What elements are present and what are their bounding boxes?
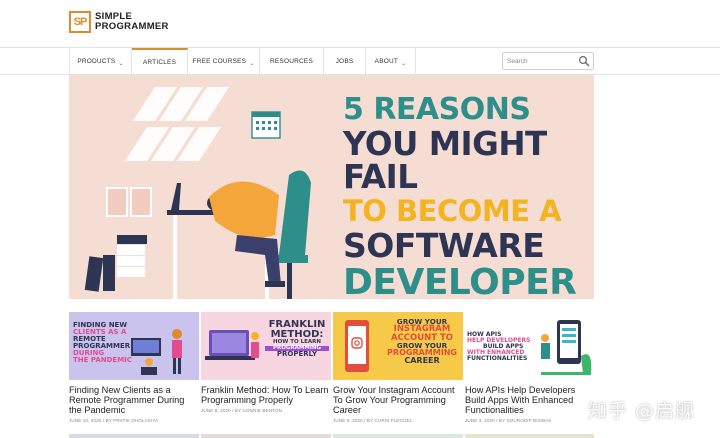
thumbnail-title: FINDING NEW CLIENTS AS A REMOTE PROGRAMM… [73, 321, 132, 364]
nav-menu: PRODUCTS ⌄ ARTICLES FREE COURSES ⌄ RESOU… [69, 48, 416, 75]
nav-item-jobs[interactable]: JOBS [324, 48, 366, 75]
article-card: FRANKLIN METHOD: HOW TO LEARN PROGRAMMIN… [201, 312, 331, 413]
article-card: GROW YOUR INSTAGRAM ACCOUNT TO GROW YOUR… [333, 312, 463, 423]
hero-illustration [84, 87, 311, 299]
article-card: FINDING NEW CLIENTS AS A REMOTE PROGRAMM… [69, 312, 199, 423]
article-card: HOW APIS HELP DEVELOPERS BUILD APPS WITH… [465, 312, 595, 423]
hero-title-line: 5 REASONS [343, 92, 531, 127]
main-nav: PRODUCTS ⌄ ARTICLES FREE COURSES ⌄ RESOU… [0, 47, 720, 75]
article-meta: JUNE 10, 2020 / BY PRATIK DHOLAKIYA [69, 418, 159, 423]
chevron-down-icon: ⌄ [118, 61, 124, 67]
nav-item-label: JOBS [335, 58, 354, 65]
thumbnail-title: FRANKLIN METHOD: HOW TO LEARN PROGRAMMIN… [265, 320, 329, 358]
article-title-link[interactable]: Franklin Method: How To Learn Programmin… [201, 385, 331, 405]
logo-line-2: PROGRAMMER [95, 21, 169, 32]
article-meta: JUNE 5, 2020 / BY CHRIS FLEGUEL [333, 418, 413, 423]
nav-item-label: ABOUT [374, 58, 399, 65]
logo-mark: SP [69, 11, 91, 33]
hero-title-line: SOFTWARE [343, 226, 545, 265]
hero-title-line: DEVELOPER [343, 262, 577, 300]
hero-title-line: TO BECOME A [343, 194, 562, 228]
logo-wordmark: SIMPLE PROGRAMMER [95, 12, 169, 32]
thumbnail-illustration [541, 320, 592, 375]
thumbnail-illustration [205, 330, 259, 360]
chevron-down-icon: ⌄ [401, 61, 407, 67]
nav-item-label: RESOURCES [270, 58, 313, 65]
nav-item-articles[interactable]: ARTICLES [132, 48, 188, 75]
nav-item-resources[interactable]: RESOURCES [260, 48, 324, 75]
nav-item-label: ARTICLES [142, 59, 177, 66]
nav-item-about[interactable]: ABOUT ⌄ [366, 48, 416, 75]
article-meta: JUNE 3, 2020 / BY SOURODIP BISWAS [465, 418, 552, 423]
nav-item-products[interactable]: PRODUCTS ⌄ [70, 48, 132, 75]
featured-article-hero[interactable]: 5 REASONS YOU MIGHT FAIL TO BECOME A SOF… [69, 75, 594, 299]
thumbnail-title: HOW APIS HELP DEVELOPERS BUILD APPS WITH… [467, 331, 531, 362]
phone-icon [345, 320, 369, 372]
thumbnail-title: GROW YOUR INSTAGRAM ACCOUNT TO GROW YOUR… [387, 317, 457, 366]
thumbnail-illustration [131, 329, 182, 375]
next-row-thumbnails [69, 434, 594, 438]
article-meta: JUNE 8, 2020 / BY CONNIE BENTON [201, 408, 283, 413]
article-title-link[interactable]: How APIs Help Developers Build Apps With… [465, 385, 595, 415]
search-box [502, 52, 594, 70]
search-icon[interactable] [578, 55, 590, 67]
search-input[interactable] [507, 55, 577, 68]
hero-title-line: YOU MIGHT FAIL [343, 125, 547, 196]
article-thumbnail[interactable]: FRANKLIN METHOD: HOW TO LEARN PROGRAMMIN… [201, 312, 331, 380]
article-thumbnail[interactable]: HOW APIS HELP DEVELOPERS BUILD APPS WITH… [465, 312, 595, 380]
site-header: SP SIMPLE PROGRAMMER [0, 0, 720, 47]
article-thumbnail[interactable]: GROW YOUR INSTAGRAM ACCOUNT TO GROW YOUR… [333, 312, 463, 380]
site-logo[interactable]: SP SIMPLE PROGRAMMER [69, 11, 169, 33]
nav-item-label: PRODUCTS [77, 58, 116, 65]
chevron-down-icon: ⌄ [249, 61, 255, 67]
nav-item-free-courses[interactable]: FREE COURSES ⌄ [188, 48, 260, 75]
article-thumbnail[interactable]: FINDING NEW CLIENTS AS A REMOTE PROGRAMM… [69, 312, 199, 380]
watermark: 知乎 @启舰 [588, 400, 696, 422]
article-title-link[interactable]: Grow Your Instagram Account To Grow Your… [333, 385, 463, 415]
nav-item-label: FREE COURSES [192, 58, 247, 65]
hero-title: 5 REASONS YOU MIGHT FAIL TO BECOME A SOF… [343, 92, 593, 300]
article-title-link[interactable]: Finding New Clients as a Remote Programm… [69, 385, 199, 415]
